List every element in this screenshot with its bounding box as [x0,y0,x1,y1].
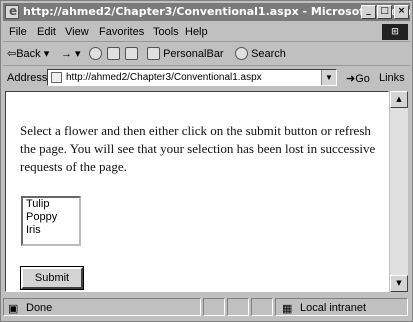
search-button[interactable]: Search [235,47,286,60]
search-icon [235,47,248,60]
home-button[interactable] [125,47,138,60]
scroll-down-button[interactable]: ▼ [390,275,408,292]
menu-help[interactable]: Help [185,26,208,38]
browser-window: http://ahmed2/Chapter3/Conventional1.asp… [0,0,413,322]
submit-button[interactable]: Submit [20,266,84,290]
back-button[interactable]: ⇦Back ▾ [7,47,49,60]
status-cell [203,298,225,316]
list-item[interactable]: Tulip [26,198,79,211]
menu-file[interactable]: File [9,26,27,38]
back-label: Back [16,48,41,60]
refresh-button[interactable] [107,47,120,60]
status-cell [251,298,273,316]
ie-icon [5,4,19,19]
scroll-up-button[interactable]: ▲ [390,91,408,108]
zone-label: Local intranet [300,302,367,314]
status-cell [227,298,249,316]
personal-bar-icon [147,47,160,60]
window-title: http://ahmed2/Chapter3/Conventional1.asp… [23,5,410,18]
page-icon [51,72,62,83]
toolbar: ⇦Back ▾ → ▾ PersonalBar Search [3,43,410,66]
page-content: Select a flower and then either click on… [5,91,389,292]
windows-logo-icon: ⊞ [382,24,408,40]
go-label: Go [355,73,370,85]
maximize-button[interactable]: □ [377,5,392,19]
minimize-button[interactable]: _ [361,5,376,19]
list-item[interactable]: Poppy [26,211,79,224]
forward-arrow-icon: → [61,48,72,60]
status-zone: ▦ Local intranet [275,298,408,316]
home-icon [125,47,138,60]
vertical-scrollbar[interactable]: ▲ ▼ [390,91,408,292]
flower-listbox[interactable]: Tulip Poppy Iris [21,196,81,246]
personal-bar-label: PersonalBar [163,48,224,60]
page-done-icon: ▣ [8,303,19,315]
menu-edit[interactable]: Edit [37,26,56,38]
list-item[interactable]: Iris [26,224,79,237]
menu-favorites[interactable]: Favorites [99,26,144,38]
forward-button[interactable]: → ▾ [61,47,81,60]
refresh-icon [107,47,120,60]
address-label: Address [7,72,48,84]
menu-bar: File Edit View Favorites Tools Help ⊞ [3,23,410,42]
address-input[interactable]: http://ahmed2/Chapter3/Conventional1.asp… [47,69,337,86]
links-button[interactable]: Links [379,72,405,84]
menu-tools[interactable]: Tools [153,26,179,38]
search-label: Search [251,48,286,60]
personal-bar-button[interactable]: PersonalBar [147,47,224,60]
title-bar: http://ahmed2/Chapter3/Conventional1.asp… [3,3,410,21]
instructions-text: Select a flower and then either click on… [20,123,376,174]
close-button[interactable]: × [394,5,409,19]
intranet-icon: ▦ [282,303,293,315]
address-bar: Address http://ahmed2/Chapter3/Conventio… [3,67,410,89]
status-bar: ▣ Done ▦ Local intranet [3,296,410,318]
address-dropdown-icon[interactable]: ▼ [321,70,336,85]
status-text: Done [26,302,53,314]
menu-view[interactable]: View [65,26,89,38]
address-url: http://ahmed2/Chapter3/Conventional1.asp… [66,72,262,83]
stop-icon [89,47,102,60]
status-main: ▣ Done [3,298,201,316]
stop-button[interactable] [89,47,102,60]
go-button[interactable]: ➜Go [346,72,370,85]
